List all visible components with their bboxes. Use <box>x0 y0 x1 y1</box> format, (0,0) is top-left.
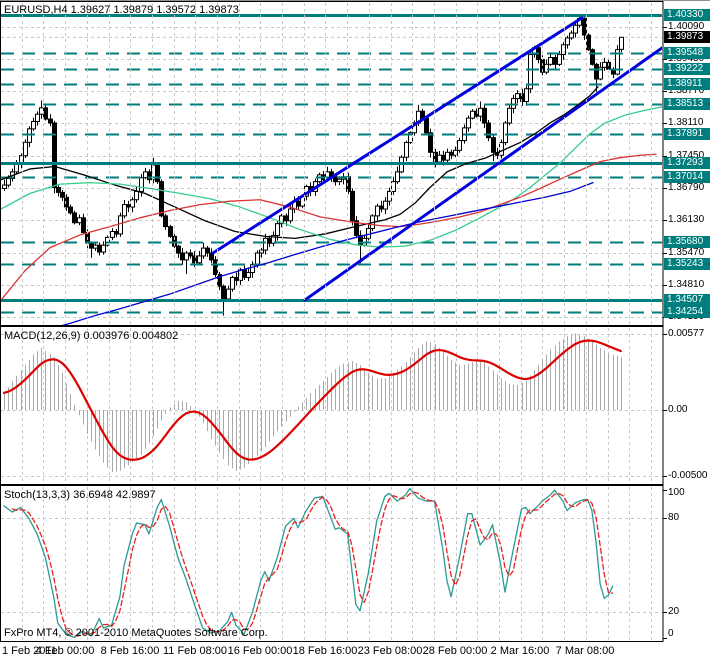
price-level-label: 1.37891 <box>664 128 710 140</box>
stoch-indicator-label: Stoch(13,3,3) 36.6948 42.9897 <box>4 489 156 501</box>
time-axis-label: 2 Mar 16:00 <box>490 645 550 657</box>
stoch-axis-label: 0 <box>668 628 674 640</box>
stoch-axis-label: 80 <box>668 512 680 524</box>
price-level-label: 1.40330 <box>664 9 710 21</box>
platform-watermark: FxPro MT4, © 2001-2010 MetaQuotes Softwa… <box>4 627 268 639</box>
price-level-label: 1.34507 <box>664 294 710 306</box>
chart-title: EURUSD,H4 1.39627 1.39879 1.39572 1.3987… <box>4 4 239 16</box>
price-level-label: 1.39548 <box>664 47 710 59</box>
macd-indicator-label: MACD(12,26,9) 0.003976 0.004802 <box>4 330 179 342</box>
price-axis-label: 1.36790 <box>668 182 705 194</box>
time-axis-label: 4 Feb 00:00 <box>35 645 95 657</box>
price-level-label: 1.38911 <box>664 78 710 90</box>
price-level-label: 1.34254 <box>664 306 710 318</box>
time-axis-label: 28 Feb 00:00 <box>422 645 488 657</box>
price-axis-label: 1.36130 <box>668 214 705 226</box>
price-level-label: 1.38513 <box>664 98 710 110</box>
time-axis-label: 8 Feb 16:00 <box>100 645 160 657</box>
price-axis-label: 1.34810 <box>668 279 705 291</box>
time-axis-label: 18 Feb 16:00 <box>292 645 358 657</box>
stoch-axis-label: 20 <box>668 606 680 618</box>
price-level-label: 1.37014 <box>664 171 710 183</box>
time-axis-label: 11 Feb 08:00 <box>162 645 228 657</box>
price-level-label: 1.35680 <box>664 236 710 248</box>
current-price-label: 1.39873 <box>664 31 710 43</box>
mt4-chart-window[interactable]: EURUSD,H4 1.39627 1.39879 1.39572 1.3987… <box>0 0 710 659</box>
time-axis-label: 23 Feb 08:00 <box>357 645 423 657</box>
macd-axis-label: 0.00 <box>668 404 688 416</box>
stoch-axis-label: 100 <box>668 487 685 499</box>
macd-axis-label: 0.00577 <box>668 328 705 340</box>
price-level-label: 1.39222 <box>664 63 710 75</box>
time-axis-label: 16 Feb 00:00 <box>227 645 293 657</box>
price-level-label: 1.35243 <box>664 258 710 270</box>
macd-axis-label: -0.00500 <box>668 470 708 482</box>
price-level-label: 1.37293 <box>664 157 710 169</box>
time-axis-label: 7 Mar 08:00 <box>555 645 615 657</box>
